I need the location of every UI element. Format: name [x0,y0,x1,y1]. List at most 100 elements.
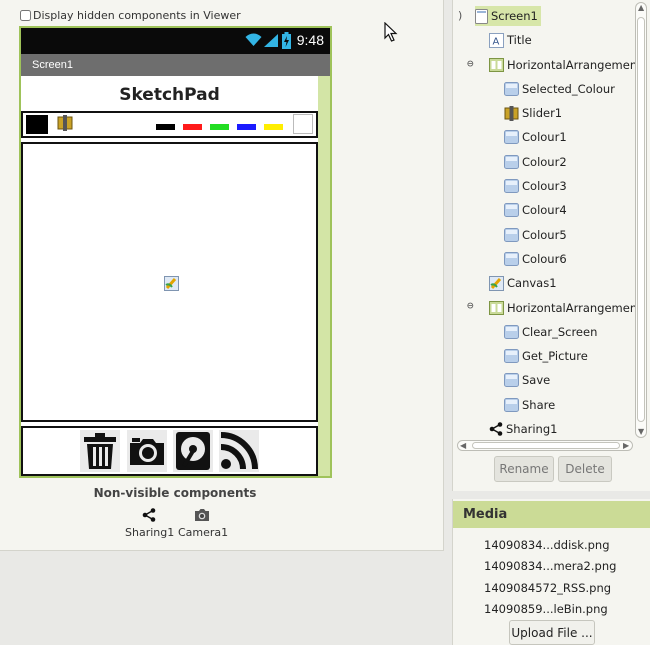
tree-vertical-scrollbar[interactable]: ▲ ▼ [635,2,647,438]
tree-item-colour6[interactable]: Colour6 [504,249,567,269]
screen-icon [475,8,488,24]
wifi-icon [245,33,262,46]
tree-item-canvas1[interactable]: Canvas1 [489,273,557,293]
colour3-button[interactable] [210,124,229,130]
tree-item-get-picture[interactable]: Get_Picture [504,346,588,366]
rename-button[interactable]: Rename [494,456,554,482]
tree-item-label: Save [522,373,551,387]
mouse-cursor-icon [384,22,398,42]
canvas-icon [489,275,504,291]
tree-item-slider1[interactable]: Slider1 [504,103,562,123]
share-button[interactable] [219,430,259,472]
status-clock: 9:48 [296,32,324,48]
canvas-icon [164,276,179,291]
colour6-button[interactable] [293,114,313,134]
horizontal-arrangement-2[interactable] [21,426,318,476]
canvas1[interactable] [21,142,318,422]
colour4-button[interactable] [237,124,256,130]
tree-item-selected-colour[interactable]: Selected_Colour [504,79,615,99]
tree-horizontal-scrollbar[interactable]: ◀ ▶ [457,440,633,451]
display-hidden-components-checkbox[interactable]: Display hidden components in Viewer [20,9,241,22]
nonvisible-components-title: Non-visible components [93,486,257,500]
share-icon [142,508,156,522]
camera-icon [195,509,209,521]
tree-item-colour5[interactable]: Colour5 [504,225,567,245]
nonvisible-sharing1[interactable]: Sharing1 [125,508,174,539]
delete-button[interactable]: Delete [558,456,612,482]
collapse-horizontalarrangement2-toggle[interactable]: ⊖ [467,299,474,312]
tree-item-screen1[interactable]: Screen1 [475,6,541,26]
trash-icon [84,433,116,469]
tree-item-colour1[interactable]: Colour1 [504,127,567,147]
tree-item-colour3[interactable]: Colour3 [504,176,567,196]
button-icon [504,130,519,144]
tree-item-label: Colour2 [522,155,567,169]
tree-item-colour2[interactable]: Colour2 [504,152,567,172]
tree-item-label: Colour6 [522,252,567,266]
colour5-button[interactable] [264,124,283,130]
save-button[interactable] [173,430,213,472]
scroll-right-arrow[interactable]: ▶ [623,441,629,450]
status-bar: 9:48 [21,28,330,54]
components-tree-panel: ) Screen1 A Title ⊖ HorizontalArrangemen… [452,0,650,491]
media-file-item[interactable]: 14090859...leBin.png [484,602,608,616]
button-icon [504,325,519,339]
tree-item-colour4[interactable]: Colour4 [504,200,567,220]
horizontal-arrangement-1[interactable] [21,111,318,138]
nonvisible-camera1[interactable]: Camera1 [178,508,228,539]
tree-item-label: Selected_Colour [522,82,615,96]
clear-screen-button[interactable] [80,430,120,472]
tree-item-sharing1[interactable]: Sharing1 [489,419,557,438]
slider-icon [504,105,519,121]
tree-item-save[interactable]: Save [504,370,550,390]
collapse-screen1-toggle[interactable]: ) [457,9,464,22]
button-icon [504,82,519,96]
label-icon: A [489,32,504,48]
button-icon [504,203,519,217]
phone-preview: 9:48 Screen1 SketchPad [19,26,332,478]
tree-item-label: Canvas1 [507,276,557,290]
button-icon [504,179,519,193]
app-title-label[interactable]: SketchPad [21,85,318,105]
tree-item-horizontalarrangement1[interactable]: HorizontalArrangement1 [489,55,635,75]
tree-item-label: Colour3 [522,179,567,193]
button-icon [504,398,519,412]
tree-item-label: Share [522,398,556,412]
vertical-scroll-thumb[interactable] [637,17,645,422]
collapse-horizontalarrangement1-toggle[interactable]: ⊖ [467,57,474,70]
scroll-up-arrow[interactable]: ▲ [638,3,644,12]
button-icon [504,373,519,387]
tree-item-label: Title [507,33,532,47]
button-icon [504,252,519,266]
tree-scroll-area[interactable]: ) Screen1 A Title ⊖ HorizontalArrangemen… [457,0,635,438]
tree-item-label: Colour1 [522,130,567,144]
tree-item-share[interactable]: Share [504,395,555,415]
tree-item-label: Screen1 [491,9,538,23]
arrangement-icon [489,58,504,72]
upload-file-button[interactable]: Upload File ... [509,620,595,645]
colour1-button[interactable] [156,124,175,130]
media-file-item[interactable]: 14090845​72_RSS.png [484,581,611,595]
media-header: Media [453,501,650,528]
tree-item-label: Colour4 [522,203,567,217]
scroll-down-arrow[interactable]: ▼ [638,427,644,436]
button-icon [504,155,519,169]
tree-item-title[interactable]: A Title [489,30,532,50]
horizontal-scroll-thumb[interactable] [472,442,620,449]
signal-icon [264,34,278,47]
selected-colour-button[interactable] [26,115,48,134]
tree-item-label: HorizontalArrangement1 [507,58,635,72]
button-icon [504,228,519,242]
colour2-button[interactable] [183,124,202,130]
media-file-item[interactable]: 14090834...mera2.png [484,559,616,573]
media-file-item[interactable]: 14090834...ddisk.png [484,538,610,552]
tree-item-clear-screen[interactable]: Clear_Screen [504,322,597,342]
tree-item-label: Get_Picture [522,349,588,363]
app-area: SketchPad [21,76,318,476]
display-hidden-checkbox-input[interactable] [20,10,31,21]
tree-item-horizontalarrangement2[interactable]: HorizontalArrangement2 [489,298,635,318]
get-picture-button[interactable] [127,430,167,472]
tree-item-label: Slider1 [522,106,563,120]
slider-icon[interactable] [57,115,73,131]
scroll-left-arrow[interactable]: ◀ [460,441,466,450]
